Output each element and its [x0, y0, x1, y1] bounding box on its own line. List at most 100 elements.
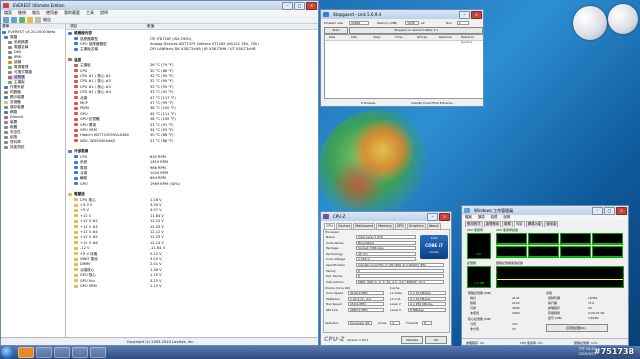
sensor-row[interactable]: CPU #1 / 核心 #2 32 °C (90 °F): [74, 79, 318, 84]
results-column-header[interactable]: Time: [395, 35, 402, 40]
column-value[interactable]: 數值: [147, 24, 154, 29]
taskmgr-tab[interactable]: 網路功能: [525, 221, 544, 227]
taskbar-explorer-button[interactable]: [36, 347, 52, 358]
menu-report[interactable]: 報告: [32, 10, 40, 16]
problem-size-input[interactable]: 22861: [349, 21, 369, 25]
taskmgr-tab[interactable]: 處理程序: [483, 221, 502, 227]
close-button[interactable]: ×: [616, 207, 627, 215]
taskmgr-tab[interactable]: 服務: [502, 221, 513, 227]
sensor-row[interactable]: GPU 核心 1.15 V: [74, 273, 318, 278]
sensor-row[interactable]: GPU VRM 1.15 V: [74, 284, 318, 289]
stopguard-titlebar[interactable]: Stopguard - Link 5.6.9.4 – ×: [321, 10, 483, 19]
maximize-button[interactable]: □: [294, 2, 305, 10]
sensor-row[interactable]: +5 V 4.97 V: [74, 208, 318, 213]
minimize-button[interactable]: –: [592, 207, 603, 215]
validate-button[interactable]: Validate: [401, 336, 423, 344]
sensor-row[interactable]: GPU 44 °C (111 °F): [74, 112, 318, 117]
sensor-row[interactable]: MCP 37 °C (99 °F): [74, 101, 318, 106]
report-label[interactable]: 報告: [43, 17, 51, 22]
sensor-row[interactable]: PWM 38 °C (100 °F): [74, 106, 318, 111]
sensor-row[interactable]: CPU #1 / 核心 #3 35 °C (95 °F): [74, 85, 318, 90]
sensor-row[interactable]: 北橋 47 °C (117 °F): [74, 96, 318, 101]
taskmgr-menu-item[interactable]: 說明: [503, 215, 510, 220]
sensor-row[interactable]: 北橋核心 1.38 V: [74, 268, 318, 273]
close-button[interactable]: ×: [306, 2, 317, 10]
results-column-header[interactable]: Residual (norm.): [461, 35, 483, 45]
sensor-row[interactable]: 感應器類型 ITE IT8718F (ISA 290h): [74, 37, 318, 42]
sensor-row[interactable]: Hitachi HDT725050VLA360 30 °C (86 °F): [74, 133, 318, 138]
sensor-row[interactable]: +12 V 11.84 V: [74, 214, 318, 219]
resource-monitor-button[interactable]: 資源監視器(R)...: [546, 324, 608, 332]
menu-view[interactable]: 檢視: [18, 10, 26, 16]
tree-item[interactable]: 效能測試: [4, 145, 24, 150]
sensor-row[interactable]: CPU #1 / 核心 #4 33 °C (91 °F): [74, 90, 318, 95]
taskmgr-titlebar[interactable]: Windows 工作管理員 – □ ×: [462, 206, 628, 215]
refresh-icon[interactable]: [27, 17, 33, 23]
taskbar-media-button[interactable]: [54, 347, 70, 358]
sensor-row[interactable]: +12 V #5 12.25 V: [74, 235, 318, 240]
sensor-row[interactable]: CPU 核心 1.28 V: [74, 198, 318, 203]
results-column-header[interactable]: GFlops: [417, 35, 427, 40]
sensor-row[interactable]: GPU VRM 34 °C (93 °F): [74, 128, 318, 133]
close-button[interactable]: ×: [471, 11, 482, 19]
sensor-row[interactable]: DIMM 2.01 V: [74, 262, 318, 267]
start-button[interactable]: [1, 346, 14, 359]
sensor-row[interactable]: GPU 感應器類型 Analog Devices ADT7473 (Voltera…: [74, 42, 318, 47]
clock-gadget[interactable]: [573, 6, 607, 40]
menu-help[interactable]: 說明: [100, 10, 108, 16]
run-count-input[interactable]: 1: [457, 21, 469, 25]
taskmgr-tab[interactable]: 應用程式: [465, 221, 483, 227]
sensor-row[interactable]: 系統 1419 RPM: [74, 160, 318, 165]
minimize-button[interactable]: –: [282, 2, 293, 10]
menu-favorites[interactable]: 我的最愛: [64, 10, 80, 16]
maximize-button[interactable]: □: [604, 207, 615, 215]
report-icon[interactable]: [35, 17, 41, 23]
sensor-row[interactable]: CPU 30 °C (86 °F): [74, 69, 318, 74]
taskbar-app-button[interactable]: [72, 347, 88, 358]
sensor-row[interactable]: +3.3 V 3.30 V: [74, 203, 318, 208]
sensor-row[interactable]: -12 V -11.64 V: [74, 246, 318, 251]
column-field[interactable]: 項目: [70, 24, 77, 29]
ok-button[interactable]: OK: [425, 336, 447, 344]
taskbar-everest-button[interactable]: [18, 347, 34, 358]
sensor-row[interactable]: GPU 1969 RPM (40%): [74, 182, 318, 187]
results-column-header[interactable]: Residual: [439, 35, 452, 40]
minimize-button[interactable]: –: [459, 11, 470, 19]
close-button[interactable]: ×: [439, 213, 450, 221]
taskmgr-menu-item[interactable]: 檔案: [465, 215, 472, 220]
sensor-row[interactable]: 主機板 26 °C (79 °F): [74, 63, 318, 68]
memory-select[interactable]: 3936: [405, 21, 419, 25]
taskmgr-menu-item[interactable]: 選項: [478, 215, 485, 220]
sensor-row[interactable]: +12 V #6 12.14 V: [74, 241, 318, 246]
menu-user[interactable]: 使用者: [46, 10, 58, 16]
forward-icon[interactable]: [11, 17, 17, 23]
stop-status-button[interactable]: Stopped on demand after 2 s: [349, 27, 483, 34]
start-button[interactable]: Start: [324, 27, 348, 34]
results-column-header[interactable]: Align: [373, 35, 381, 40]
taskmgr-tab[interactable]: 效能: [513, 221, 525, 227]
sensor-row[interactable]: 北橋 1024 RPM: [74, 171, 318, 176]
sensor-row[interactable]: GPU 環境 33 °C (91 °F): [74, 123, 318, 128]
back-icon[interactable]: [3, 17, 9, 23]
taskmgr-tab[interactable]: 使用者: [544, 221, 559, 227]
menu-file[interactable]: 檔案: [4, 10, 12, 16]
results-column-header[interactable]: Size: [329, 35, 335, 40]
sensor-row[interactable]: VBAT 電池 3.20 V: [74, 257, 318, 262]
menu-tools[interactable]: 工具: [86, 10, 94, 16]
sensor-row[interactable]: +12 V #3 12.25 V: [74, 225, 318, 230]
up-icon[interactable]: [19, 17, 25, 23]
sensor-row[interactable]: 電源 966 RPM: [74, 166, 318, 171]
cpuz-titlebar[interactable]: CPU-Z – ×: [321, 212, 451, 221]
sensor-row[interactable]: GPU Vcc 3.25 V: [74, 279, 318, 284]
minimize-button[interactable]: –: [427, 213, 438, 221]
processor-select[interactable]: Processor #1: [348, 321, 372, 325]
sensor-row[interactable]: 輔助 694 RPM: [74, 176, 318, 181]
sensor-row[interactable]: GPU 記憶體 38 °C (100 °F): [74, 117, 318, 122]
taskmgr-menu-item[interactable]: 檢視: [491, 215, 498, 220]
sensor-row[interactable]: CPU 830 RPM: [74, 155, 318, 160]
sensor-row[interactable]: CPU #1 / 核心 #1 32 °C (90 °F): [74, 74, 318, 79]
results-column-header[interactable]: LDA: [351, 35, 357, 40]
sensor-row[interactable]: 主機板名稱 DFI LANParty DK X38-T2xHB / JR X38-…: [74, 47, 318, 52]
taskbar-app-button[interactable]: [90, 347, 106, 358]
taskbar-clock[interactable]: 下午 05:28 2010/3/22: [560, 347, 596, 357]
